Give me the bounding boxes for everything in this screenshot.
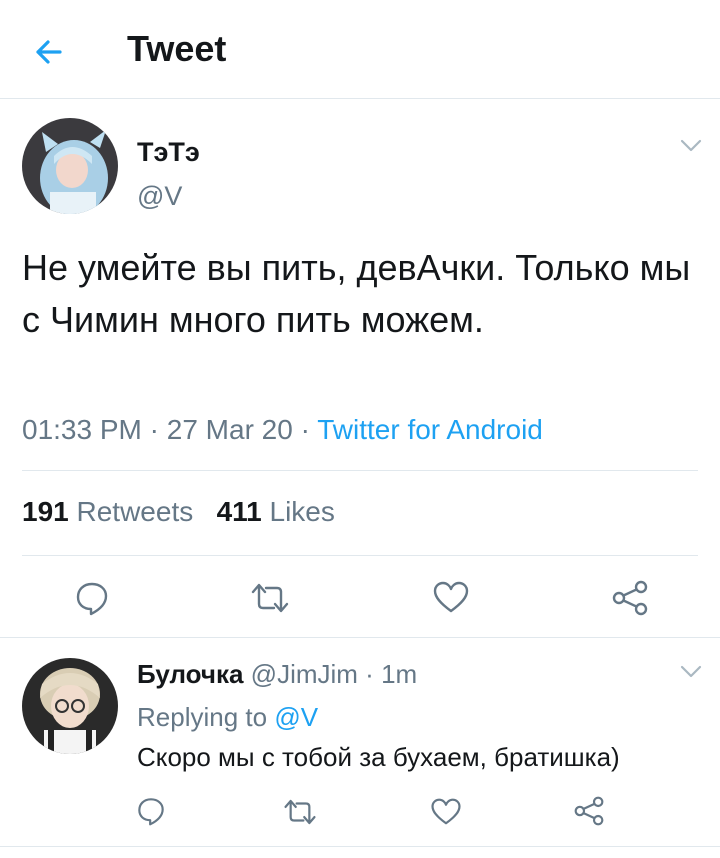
likes-label: Likes [269,496,335,527]
page-title: Tweet [127,28,227,69]
tweet-text: Не умейте вы пить, девАчки. Только мы с … [22,247,691,340]
separator: · [300,414,310,445]
divider [22,470,698,471]
reply-icon[interactable] [74,580,110,616]
retweet-icon[interactable] [250,582,290,614]
tweet-date: 27 Mar 20 [166,414,293,445]
divider [0,637,720,638]
reply-author: Булочка @JimJim · 1m [137,659,417,690]
app-header: Tweet [0,0,720,99]
like-heart-icon[interactable] [432,580,470,614]
back-arrow-icon[interactable] [30,32,70,72]
divider [22,555,698,556]
retweets-label: Retweets [76,496,194,527]
reply-text: Скоро мы с тобой за бухаем, братишка) [137,742,620,772]
retweets-stat[interactable]: 191 Retweets [22,496,193,527]
reply-author-handle[interactable]: @JimJim [251,659,358,689]
divider [0,846,720,847]
author-name[interactable]: ТэТэ [137,137,200,168]
tweet-source-link[interactable]: Twitter for Android [317,414,543,445]
avatar[interactable] [22,118,118,214]
likes-stat[interactable]: 411 Likes [217,496,335,527]
replying-to: Replying to @V [137,702,318,733]
chevron-down-icon[interactable] [680,665,702,679]
author-handle[interactable]: @V [137,181,182,212]
likes-count: 411 [216,496,262,527]
tweet-time: 01:33 PM [22,414,142,445]
tweet-stats: 191 Retweets 411 Likes [22,496,335,528]
share-icon[interactable] [612,580,648,616]
separator: · [149,414,159,445]
retweet-icon[interactable] [283,798,317,826]
retweets-count: 191 [22,496,69,527]
reply-icon[interactable] [136,796,166,826]
replying-to-label: Replying to [137,702,268,732]
chevron-down-icon[interactable] [680,139,702,153]
replying-to-handle[interactable]: @V [274,702,318,732]
separator: · [365,659,374,689]
tweet-meta: 01:33 PM · 27 Mar 20 · Twitter for Andro… [22,414,543,446]
like-heart-icon[interactable] [430,797,462,826]
share-icon[interactable] [574,796,604,826]
reply-author-name[interactable]: Булочка [137,659,243,689]
reply-time: 1m [381,659,418,689]
avatar[interactable] [22,658,118,754]
